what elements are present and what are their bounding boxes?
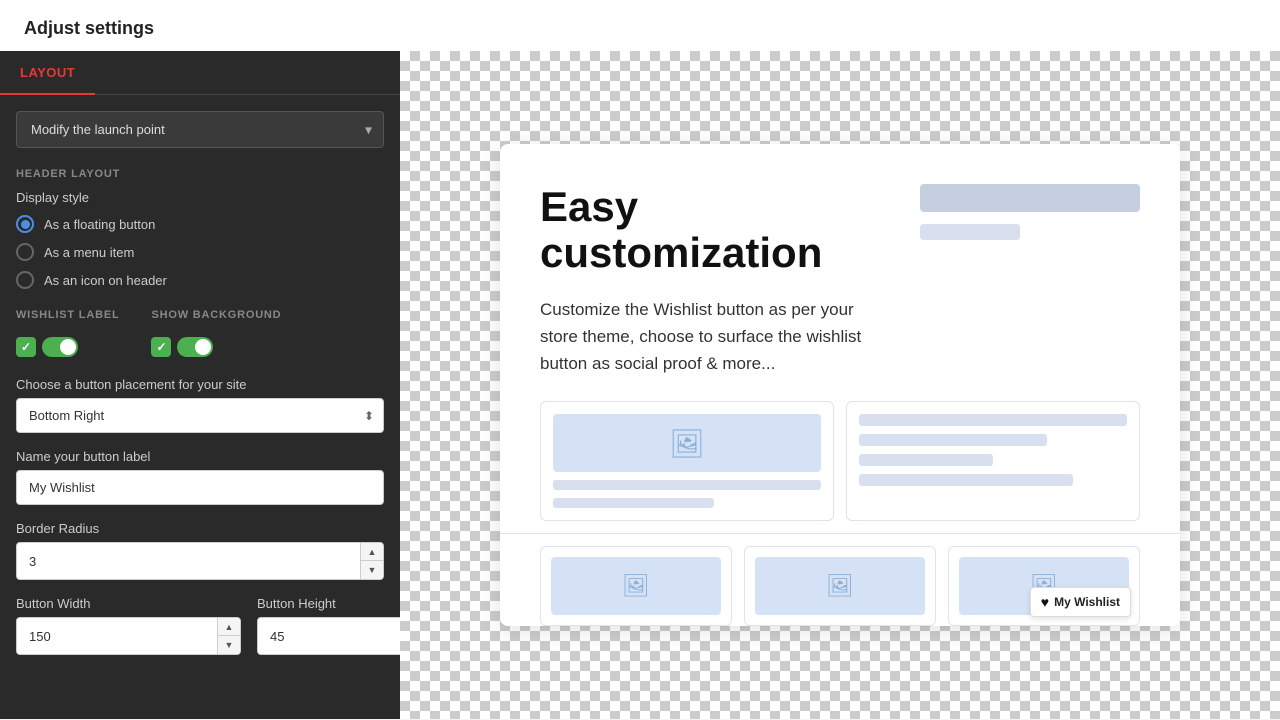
radio-menu-item[interactable]: As a menu item bbox=[16, 243, 384, 261]
button-height-label: Button Height bbox=[257, 596, 400, 611]
border-radius-input[interactable] bbox=[17, 543, 360, 579]
wishlist-float-button[interactable]: ♥ My Wishlist bbox=[1030, 587, 1131, 617]
launch-point-dropdown-wrapper: Modify the launch point ▾ bbox=[16, 111, 384, 148]
button-height-wrapper: ▲ ▼ bbox=[257, 617, 400, 655]
button-height-field: Button Height ▲ ▼ bbox=[257, 596, 400, 655]
placement-label: Choose a button placement for your site bbox=[16, 377, 384, 392]
preview-detail-line-1 bbox=[859, 414, 1127, 426]
show-background-heading: SHOW BACKGROUND bbox=[151, 309, 281, 321]
button-width-field: Button Width ▲ ▼ bbox=[16, 596, 241, 655]
button-width-spinner: ▲ ▼ bbox=[217, 618, 240, 654]
wishlist-label-toggle[interactable] bbox=[42, 337, 78, 357]
launch-point-select[interactable]: Modify the launch point bbox=[16, 111, 384, 148]
wishlist-label-thumb bbox=[60, 339, 76, 355]
wishlist-button-label: My Wishlist bbox=[1054, 595, 1120, 609]
radio-icon-label: As an icon on header bbox=[44, 273, 167, 288]
preview-card: Easy customization Customize the Wishlis… bbox=[500, 144, 1180, 627]
border-radius-decrement[interactable]: ▼ bbox=[361, 561, 383, 579]
preview-text-line-2 bbox=[553, 498, 714, 508]
button-dimensions-row: Button Width ▲ ▼ Button Height ▲ bbox=[16, 596, 384, 655]
show-background-check-icon: ✓ bbox=[151, 337, 171, 357]
preview-bottom-item-1: 🖼 bbox=[540, 546, 732, 626]
header-layout-section: HEADER LAYOUT Display style As a floatin… bbox=[16, 168, 384, 289]
button-label-heading: Name your button label bbox=[16, 449, 384, 464]
button-width-wrapper: ▲ ▼ bbox=[16, 617, 241, 655]
radio-floating-label: As a floating button bbox=[44, 217, 155, 232]
radio-icon-header[interactable]: As an icon on header bbox=[16, 271, 384, 289]
button-label-field: Name your button label bbox=[16, 449, 384, 505]
border-radius-increment[interactable]: ▲ bbox=[361, 543, 383, 561]
border-radius-input-wrapper: ▲ ▼ bbox=[16, 542, 384, 580]
border-radius-label: Border Radius bbox=[16, 521, 384, 536]
button-label-input[interactable] bbox=[16, 470, 384, 505]
display-style-label: Display style bbox=[16, 190, 384, 205]
placement-field: Choose a button placement for your site … bbox=[16, 377, 384, 433]
preview-text: Customize the Wishlist button as per you… bbox=[540, 296, 896, 378]
radio-floating-indicator bbox=[16, 215, 34, 233]
button-height-input[interactable] bbox=[258, 618, 400, 654]
button-width-input[interactable] bbox=[17, 618, 217, 654]
page-title: Adjust settings bbox=[0, 0, 1280, 51]
image-icon-3: 🖼 bbox=[826, 573, 854, 599]
radio-floating-button[interactable]: As a floating button bbox=[16, 215, 384, 233]
wishlist-label-check-icon: ✓ bbox=[16, 337, 36, 357]
show-background-toggle[interactable] bbox=[177, 337, 213, 357]
radio-menu-indicator bbox=[16, 243, 34, 261]
border-radius-number-field: ▲ ▼ bbox=[16, 542, 384, 580]
show-background-toggle-group: SHOW BACKGROUND ✓ bbox=[151, 309, 281, 357]
display-style-radio-group: As a floating button As a menu item As a… bbox=[16, 215, 384, 289]
settings-panel: LAYOUT Modify the launch point ▾ HEADER … bbox=[0, 51, 400, 719]
preview-bottom-img-2: 🖼 bbox=[755, 557, 925, 615]
show-background-toggle-container: ✓ bbox=[151, 337, 281, 357]
wishlist-label-heading: WISHLIST LABEL bbox=[16, 309, 119, 321]
mock-small-bar bbox=[920, 224, 1020, 240]
preview-detail-line-4 bbox=[859, 474, 1073, 486]
heart-icon: ♥ bbox=[1041, 594, 1049, 610]
preview-image-1: 🖼 bbox=[553, 414, 821, 472]
preview-detail-line-3 bbox=[859, 454, 993, 466]
preview-heading: Easy customization bbox=[540, 184, 896, 276]
preview-text-line-1 bbox=[553, 480, 821, 490]
button-width-decrement[interactable]: ▼ bbox=[218, 636, 240, 654]
radio-menu-label: As a menu item bbox=[44, 245, 134, 260]
preview-bottom-img-1: 🖼 bbox=[551, 557, 721, 615]
wishlist-label-toggle-group: WISHLIST LABEL ✓ bbox=[16, 309, 119, 357]
preview-grid-item-1: 🖼 bbox=[540, 401, 834, 521]
preview-divider bbox=[500, 533, 1180, 534]
image-icon-1: 🖼 bbox=[669, 427, 705, 460]
preview-bottom-item-2: 🖼 bbox=[744, 546, 936, 626]
tab-layout[interactable]: LAYOUT bbox=[0, 51, 95, 94]
radio-icon-indicator bbox=[16, 271, 34, 289]
border-radius-number-row: ▲ ▼ bbox=[16, 542, 384, 580]
placement-select[interactable]: Bottom Right Bottom Left Top Right Top L… bbox=[16, 398, 384, 433]
button-width-increment[interactable]: ▲ bbox=[218, 618, 240, 636]
toggle-row: WISHLIST LABEL ✓ SHOW BACKGROUND bbox=[16, 309, 384, 357]
mock-header-bar bbox=[920, 184, 1140, 212]
wishlist-label-toggle-container: ✓ bbox=[16, 337, 119, 357]
preview-panel: Easy customization Customize the Wishlis… bbox=[400, 51, 1280, 719]
border-radius-spinner: ▲ ▼ bbox=[360, 543, 383, 579]
preview-detail-line-2 bbox=[859, 434, 1047, 446]
header-layout-label: HEADER LAYOUT bbox=[16, 168, 384, 180]
placement-select-wrapper: Bottom Right Bottom Left Top Right Top L… bbox=[16, 398, 384, 433]
preview-product-grid: 🖼 bbox=[540, 401, 1140, 521]
preview-bottom-row: 🖼 🖼 🖼 ♥ My Wishlist bbox=[540, 546, 1140, 626]
border-radius-field: Border Radius ▲ ▼ bbox=[16, 521, 384, 580]
image-icon-2: 🖼 bbox=[622, 573, 650, 599]
show-background-thumb bbox=[195, 339, 211, 355]
preview-bottom-item-3: 🖼 ♥ My Wishlist bbox=[948, 546, 1140, 626]
tab-bar: LAYOUT bbox=[0, 51, 400, 95]
preview-grid-item-2 bbox=[846, 401, 1140, 521]
button-width-label: Button Width bbox=[16, 596, 241, 611]
